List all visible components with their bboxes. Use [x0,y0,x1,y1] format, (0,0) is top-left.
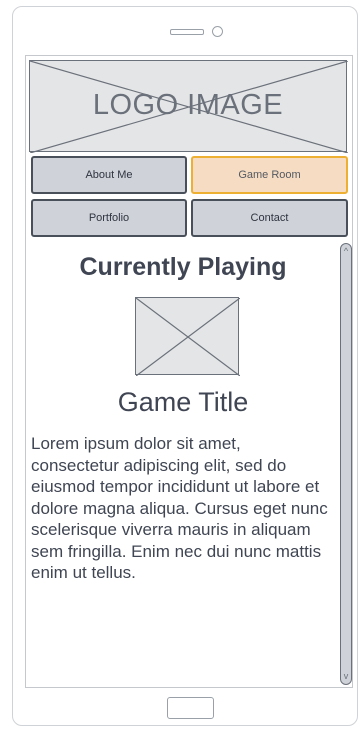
game-description: Lorem ipsum dolor sit amet, consectetur … [31,434,328,582]
game-title: Game Title [117,387,249,417]
logo-placeholder: LOGO IMAGE [29,60,348,153]
home-button[interactable] [167,697,214,719]
nav-about-button[interactable]: About Me [31,156,187,194]
screen: LOGO IMAGE About Me Game Room Portfolio … [25,55,353,688]
section-title: Currently Playing [79,253,287,281]
nav-portfolio-button[interactable]: Portfolio [31,199,187,237]
game-image-placeholder [135,297,240,376]
logo-text: LOGO IMAGE [92,89,284,121]
scroll-down-icon[interactable]: v [342,672,350,681]
scroll-up-icon[interactable]: ^ [342,247,350,256]
image-placeholder-icon [136,298,240,376]
nav-game-room-button[interactable]: Game Room [191,156,348,194]
nav-contact-button[interactable]: Contact [191,199,348,237]
scrollbar[interactable]: ^ v [340,243,352,685]
speaker-grille [170,29,204,35]
camera-icon [212,26,223,37]
